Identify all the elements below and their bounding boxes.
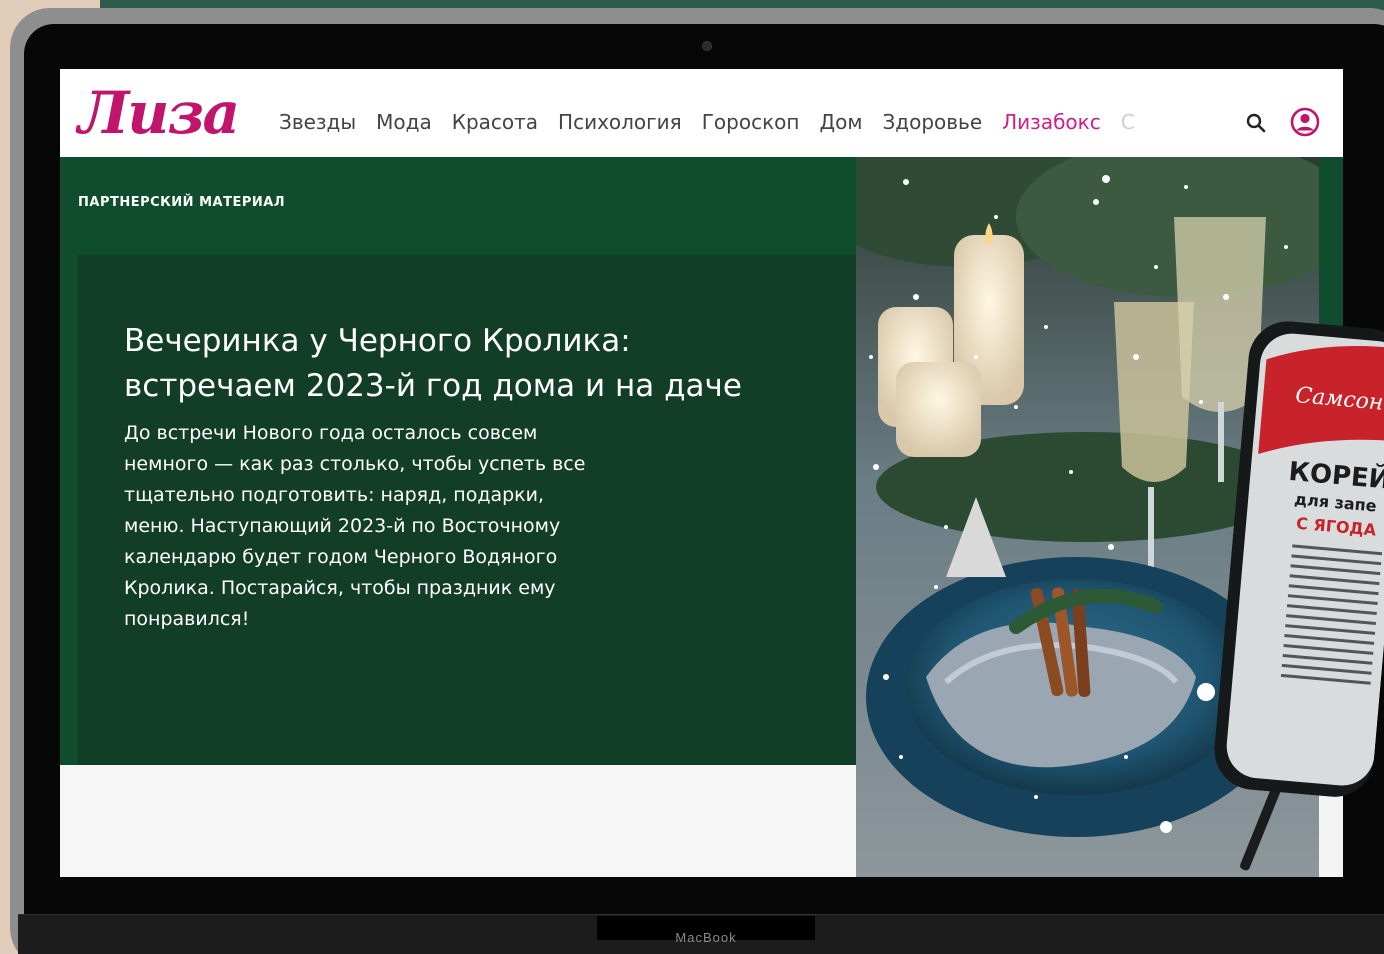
nav-item-lizabox[interactable]: Лизабокс xyxy=(1002,110,1101,134)
partner-label: ПАРТНЕРСКИЙ МАТЕРИАЛ xyxy=(78,195,286,210)
hero-title[interactable]: Вечеринка у Черного Кролика: встречаем 2… xyxy=(124,319,804,409)
hero-title-line2: встречаем 2023-й год дома и на даче xyxy=(124,368,742,404)
nav-item-horoscope[interactable]: Гороскоп xyxy=(702,110,800,134)
nav-item-home[interactable]: Дом xyxy=(819,110,862,134)
site-header: Лиза Звезды Мода Красота Психология Горо… xyxy=(60,69,1343,157)
hero-description: До встречи Нового года осталось совсем н… xyxy=(124,422,586,630)
hero-title-line1: Вечеринка у Черного Кролика: xyxy=(124,323,631,359)
nav-item-health[interactable]: Здоровье xyxy=(882,110,982,134)
nav-item-stars[interactable]: Звезды xyxy=(279,110,356,134)
device-label: MacBook xyxy=(675,930,737,945)
nav-item-fashion[interactable]: Мода xyxy=(376,110,432,134)
nav-item-psychology[interactable]: Психология xyxy=(558,110,682,134)
hero-section: ПАРТНЕРСКИЙ МАТЕРИАЛ Вечеринка у Черного… xyxy=(60,157,856,765)
hero-card: Вечеринка у Черного Кролика: встречаем 2… xyxy=(78,255,856,765)
main-nav: Звезды Мода Красота Психология Гороскоп … xyxy=(279,110,1135,134)
nav-item-beauty[interactable]: Красота xyxy=(452,110,538,134)
laptop-screen: Лиза Звезды Мода Красота Психология Горо… xyxy=(60,69,1343,877)
camera-icon xyxy=(702,41,712,51)
nav-item-more[interactable]: С xyxy=(1121,110,1135,134)
user-icon[interactable] xyxy=(1290,107,1320,137)
content-area xyxy=(60,765,856,877)
site-logo[interactable]: Лиза xyxy=(78,79,240,147)
search-icon[interactable] xyxy=(1245,112,1267,134)
